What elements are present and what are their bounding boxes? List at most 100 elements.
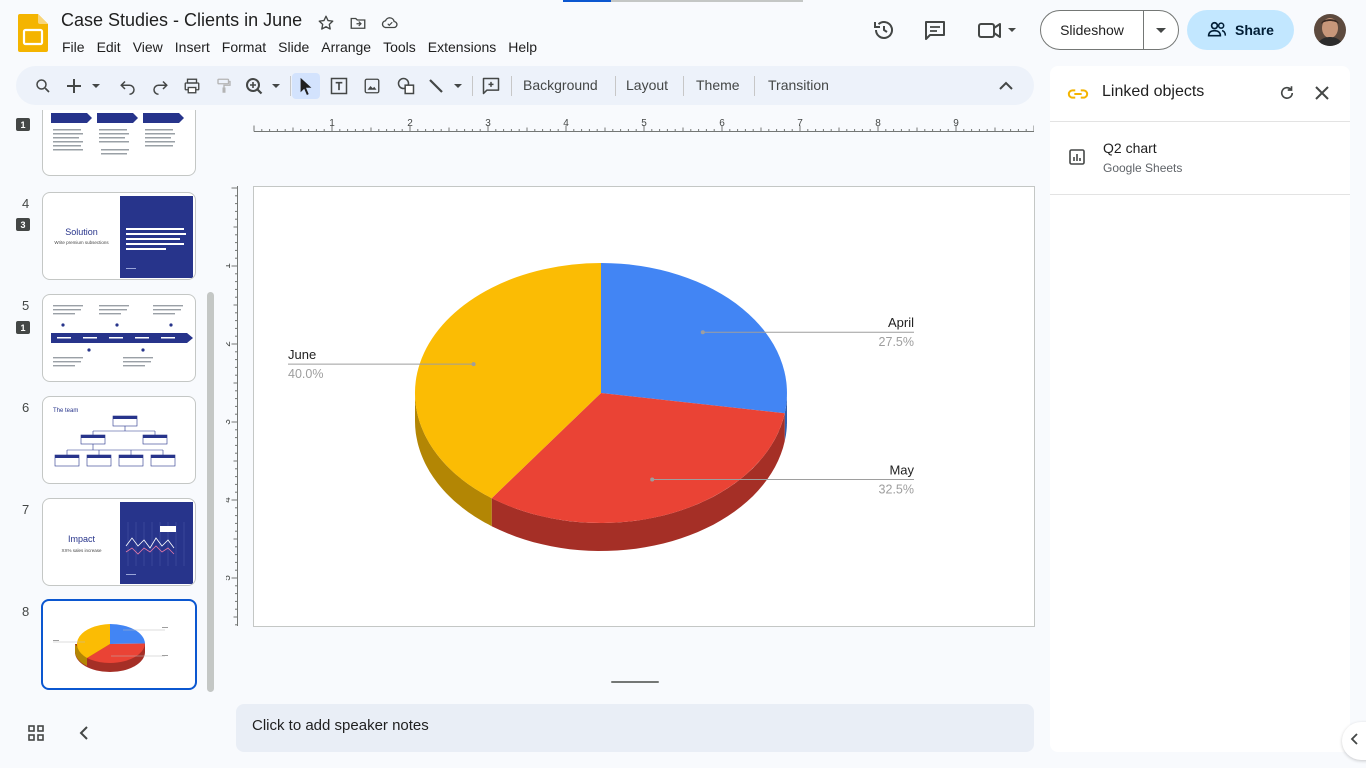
panel-header: Linked objects xyxy=(1050,66,1350,122)
menu-arrange[interactable]: Arrange xyxy=(315,37,377,57)
top-bar: Case Studies - Clients in June File Edit… xyxy=(0,0,1366,64)
linked-object-title: Q2 chart xyxy=(1103,140,1157,156)
ruler-tick-label: 4 xyxy=(226,497,233,503)
slide-number: 5 xyxy=(22,298,30,313)
comment-count-badge: 3 xyxy=(16,218,30,231)
undo-icon[interactable] xyxy=(116,73,140,99)
close-icon[interactable] xyxy=(1314,85,1330,106)
transition-button[interactable]: Transition xyxy=(768,77,829,93)
thumbnail-title: The team xyxy=(53,408,79,414)
ruler-tick-label: 5 xyxy=(641,118,647,129)
grid-view-icon[interactable] xyxy=(25,722,47,744)
menu-insert[interactable]: Insert xyxy=(169,37,216,57)
slice-label-percent: 40.0% xyxy=(288,367,323,381)
comments-icon[interactable] xyxy=(922,17,948,43)
redo-icon[interactable] xyxy=(148,73,172,99)
ruler-tick-label: 5 xyxy=(226,575,233,581)
text-box-icon[interactable] xyxy=(326,73,352,99)
ruler-tick-label: 2 xyxy=(226,341,233,347)
slideshow-button[interactable]: Slideshow xyxy=(1041,11,1144,49)
filmstrip-scrollbar[interactable] xyxy=(207,292,214,692)
add-comment-icon[interactable] xyxy=(478,73,504,99)
linked-object-item[interactable]: Q2 chart Google Sheets xyxy=(1050,123,1350,195)
pie-chart[interactable]: April 27.5% May 32.5% June 40.0% xyxy=(254,187,1034,626)
ruler-tick-label: 7 xyxy=(797,118,803,129)
slice-label-percent: 27.5% xyxy=(879,335,914,349)
background-button[interactable]: Background xyxy=(523,77,598,93)
refresh-icon[interactable] xyxy=(1278,84,1296,107)
star-icon[interactable] xyxy=(315,12,337,34)
ruler-tick-label: 9 xyxy=(953,118,959,129)
slide-thumbnail-4[interactable]: Solution Write premium subsections xyxy=(42,192,196,280)
print-icon[interactable] xyxy=(180,73,204,99)
panel-title: Linked objects xyxy=(1102,83,1205,100)
ruler-tick-label: 3 xyxy=(485,118,491,129)
menu-tools[interactable]: Tools xyxy=(377,37,422,57)
meet-icon[interactable] xyxy=(976,17,1020,43)
chevron-left-icon xyxy=(1350,732,1358,750)
filmstrip: 1 4 3 Solution Write premium subsections… xyxy=(0,110,222,700)
line-icon[interactable] xyxy=(426,73,466,99)
document-title[interactable]: Case Studies - Clients in June xyxy=(61,10,302,31)
cloud-saved-icon[interactable] xyxy=(379,12,401,34)
slides-logo-icon[interactable] xyxy=(18,14,48,52)
theme-button[interactable]: Theme xyxy=(696,77,740,93)
slide-canvas[interactable]: April 27.5% May 32.5% June 40.0% xyxy=(253,186,1035,627)
layout-button[interactable]: Layout xyxy=(626,77,668,93)
share-label: Share xyxy=(1235,22,1274,38)
thumbnail-subtitle: XX% sales increase xyxy=(61,548,102,553)
collapse-toolbar-icon[interactable] xyxy=(994,73,1018,99)
menu-extensions[interactable]: Extensions xyxy=(422,37,502,57)
menu-file[interactable]: File xyxy=(56,37,91,57)
new-slide-icon[interactable] xyxy=(64,73,104,99)
menu-slide[interactable]: Slide xyxy=(272,37,315,57)
slide-thumbnail-5[interactable] xyxy=(42,294,196,382)
chevron-down-icon xyxy=(1156,21,1166,39)
slideshow-dropdown[interactable] xyxy=(1144,11,1178,49)
paint-format-icon[interactable] xyxy=(212,73,236,99)
menu-view[interactable]: View xyxy=(127,37,169,57)
horizontal-ruler: 1 2 3 4 5 6 7 8 9 xyxy=(253,118,1034,132)
loading-bar xyxy=(563,0,803,2)
search-menus-icon[interactable] xyxy=(30,73,56,99)
show-side-panel-button[interactable] xyxy=(1342,722,1366,760)
ruler-tick-label: 3 xyxy=(226,419,233,425)
linked-object-source: Google Sheets xyxy=(1103,161,1183,175)
slide-thumbnail-6[interactable]: The team xyxy=(42,396,196,484)
linked-objects-panel: Linked objects Q2 chart Google Sheets xyxy=(1050,66,1350,752)
ruler-tick-label: 2 xyxy=(407,118,413,129)
slice-label-name: June xyxy=(288,347,316,362)
menu-format[interactable]: Format xyxy=(216,37,272,57)
speaker-notes[interactable]: Click to add speaker notes xyxy=(236,704,1034,752)
comment-count-badge: 1 xyxy=(16,321,30,334)
insert-image-icon[interactable] xyxy=(359,73,385,99)
shape-icon[interactable] xyxy=(393,73,419,99)
toolbar: Background Layout Theme Transition xyxy=(16,66,1034,105)
slide-number: 6 xyxy=(22,400,30,415)
menu-help[interactable]: Help xyxy=(502,37,543,57)
slice-label-percent: 32.5% xyxy=(879,483,914,497)
select-cursor-icon[interactable] xyxy=(292,73,320,99)
notes-resize-handle[interactable] xyxy=(611,681,659,683)
collapse-filmstrip-icon[interactable] xyxy=(73,722,95,744)
slide-thumbnail-3[interactable] xyxy=(42,110,196,176)
ruler-tick-label: 1 xyxy=(226,263,233,269)
ruler-tick-label: 6 xyxy=(719,118,725,129)
ruler-tick-label: 4 xyxy=(563,118,569,129)
slide-thumbnail-7[interactable]: Impact XX% sales increase xyxy=(42,498,196,586)
move-folder-icon[interactable] xyxy=(347,12,369,34)
chart-icon xyxy=(1069,149,1085,170)
comment-count-badge: 1 xyxy=(16,118,30,131)
version-history-icon[interactable] xyxy=(871,17,897,43)
pie-slice-april[interactable] xyxy=(601,263,787,414)
avatar[interactable] xyxy=(1314,14,1346,46)
ruler-tick-label: 1 xyxy=(329,118,335,129)
thumbnail-title: Solution xyxy=(65,227,98,237)
slice-label-name: April xyxy=(888,315,914,330)
zoom-icon[interactable] xyxy=(244,73,284,99)
menu-edit[interactable]: Edit xyxy=(91,37,127,57)
slide-number: 8 xyxy=(22,604,30,619)
share-button[interactable]: Share xyxy=(1187,10,1294,50)
slice-label-name: May xyxy=(889,463,914,478)
slide-thumbnail-8[interactable] xyxy=(41,599,197,690)
